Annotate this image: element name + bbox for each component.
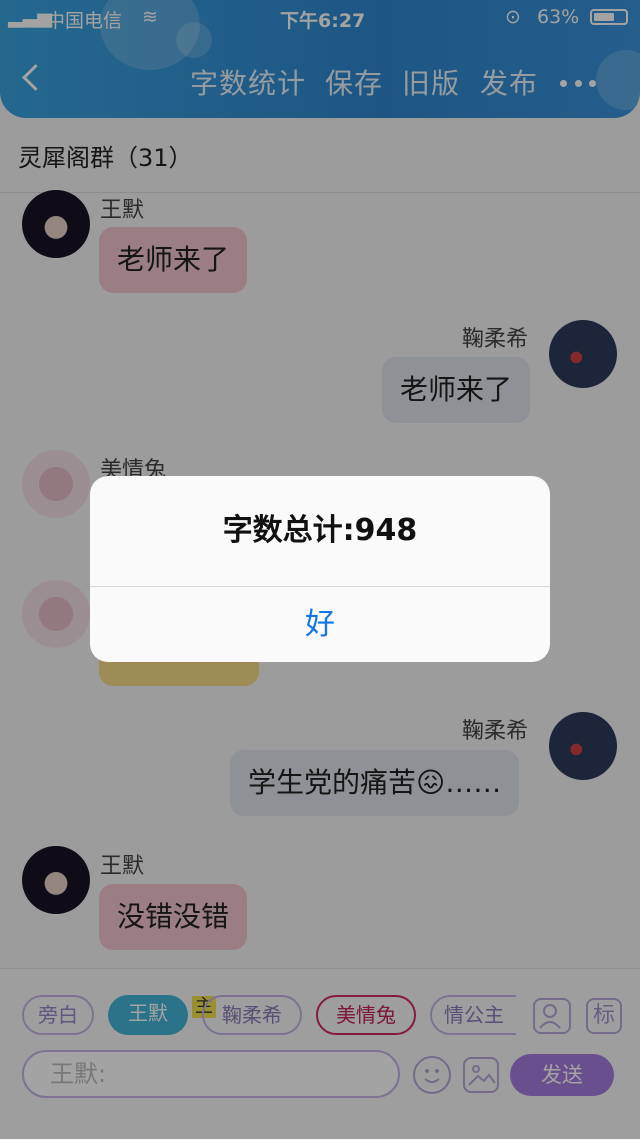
alert-dialog: 字数总计:948 好 [90, 476, 550, 662]
dialog-message: 字数总计:948 [222, 513, 418, 548]
ok-button[interactable]: 好 [90, 587, 550, 662]
